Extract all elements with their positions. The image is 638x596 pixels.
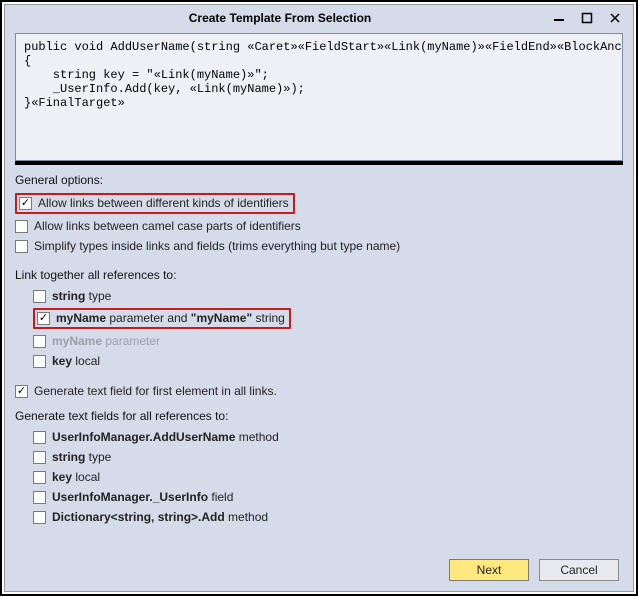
opt-key-local[interactable]: key local <box>33 351 623 371</box>
opt-label: Allow links between camel case parts of … <box>34 218 301 234</box>
checkbox-icon[interactable] <box>33 290 46 303</box>
dialog-window: Create Template From Selection public vo… <box>4 4 634 592</box>
checkbox-icon[interactable] <box>15 240 28 253</box>
opt-gen-key[interactable]: key local <box>33 467 623 487</box>
opt-label: Dictionary<string, string>.Add method <box>52 509 268 525</box>
opt-allow-camel[interactable]: Allow links between camel case parts of … <box>15 216 623 236</box>
opt-label: string type <box>52 449 111 465</box>
window-title: Create Template From Selection <box>9 11 551 25</box>
code-line: string key = "«Link(myName)»"; <box>24 68 269 82</box>
checkbox-icon <box>33 335 46 348</box>
opt-gen-string[interactable]: string type <box>33 447 623 467</box>
cancel-button[interactable]: Cancel <box>539 559 619 581</box>
maximize-icon[interactable] <box>579 10 595 26</box>
opt-allow-kinds[interactable]: ✓ Allow links between different kinds of… <box>15 191 623 216</box>
checkbox-icon[interactable] <box>33 431 46 444</box>
opt-gen-userinfo[interactable]: UserInfoManager._UserInfo field <box>33 487 623 507</box>
checkbox-icon[interactable] <box>33 451 46 464</box>
checkbox-checked-icon[interactable]: ✓ <box>37 312 50 325</box>
generate-fields-label: Generate text fields for all references … <box>15 409 623 423</box>
opt-label: myName parameter and "myName" string <box>56 310 285 326</box>
opt-generate-first[interactable]: ✓ Generate text field for first element … <box>15 381 623 401</box>
opt-gen-addusername[interactable]: UserInfoManager.AddUserName method <box>33 427 623 447</box>
code-preview: public void AddUserName(string «Caret»«F… <box>15 33 623 161</box>
checkbox-checked-icon[interactable]: ✓ <box>15 385 28 398</box>
opt-label: key local <box>52 353 100 369</box>
code-line: public void AddUserName(string «Caret»«F… <box>24 40 623 54</box>
checkbox-icon[interactable] <box>33 511 46 524</box>
opt-gen-dictadd[interactable]: Dictionary<string, string>.Add method <box>33 507 623 527</box>
general-options-label: General options: <box>15 173 623 187</box>
code-line: }«FinalTarget» <box>24 96 125 110</box>
code-line: _UserInfo.Add(key, «Link(myName)»); <box>24 82 305 96</box>
minimize-icon[interactable] <box>551 10 567 26</box>
checkbox-icon[interactable] <box>33 355 46 368</box>
opt-string-type[interactable]: string type <box>33 286 623 306</box>
opt-label: Simplify types inside links and fields (… <box>34 238 400 254</box>
checkbox-icon[interactable] <box>33 471 46 484</box>
link-together-label: Link together all references to: <box>15 268 623 282</box>
code-line: { <box>24 54 31 68</box>
checkbox-icon[interactable] <box>15 220 28 233</box>
close-icon[interactable] <box>607 10 623 26</box>
divider <box>15 161 623 165</box>
checkbox-checked-icon[interactable]: ✓ <box>19 197 32 210</box>
opt-simplify[interactable]: Simplify types inside links and fields (… <box>15 236 623 256</box>
opt-label: Allow links between different kinds of i… <box>38 195 289 211</box>
window-controls <box>551 10 629 26</box>
next-button[interactable]: Next <box>449 559 529 581</box>
opt-myname-param-disabled: myName parameter <box>33 331 623 351</box>
titlebar: Create Template From Selection <box>5 5 633 31</box>
opt-label: UserInfoManager.AddUserName method <box>52 429 279 445</box>
opt-label: key local <box>52 469 100 485</box>
opt-label: string type <box>52 288 111 304</box>
opt-label: UserInfoManager._UserInfo field <box>52 489 233 505</box>
opt-label: Generate text field for first element in… <box>34 383 277 399</box>
checkbox-icon[interactable] <box>33 491 46 504</box>
opt-label: myName parameter <box>52 333 160 349</box>
button-row: Next Cancel <box>15 551 623 583</box>
opt-myname-param-string[interactable]: ✓ myName parameter and "myName" string <box>33 306 623 331</box>
